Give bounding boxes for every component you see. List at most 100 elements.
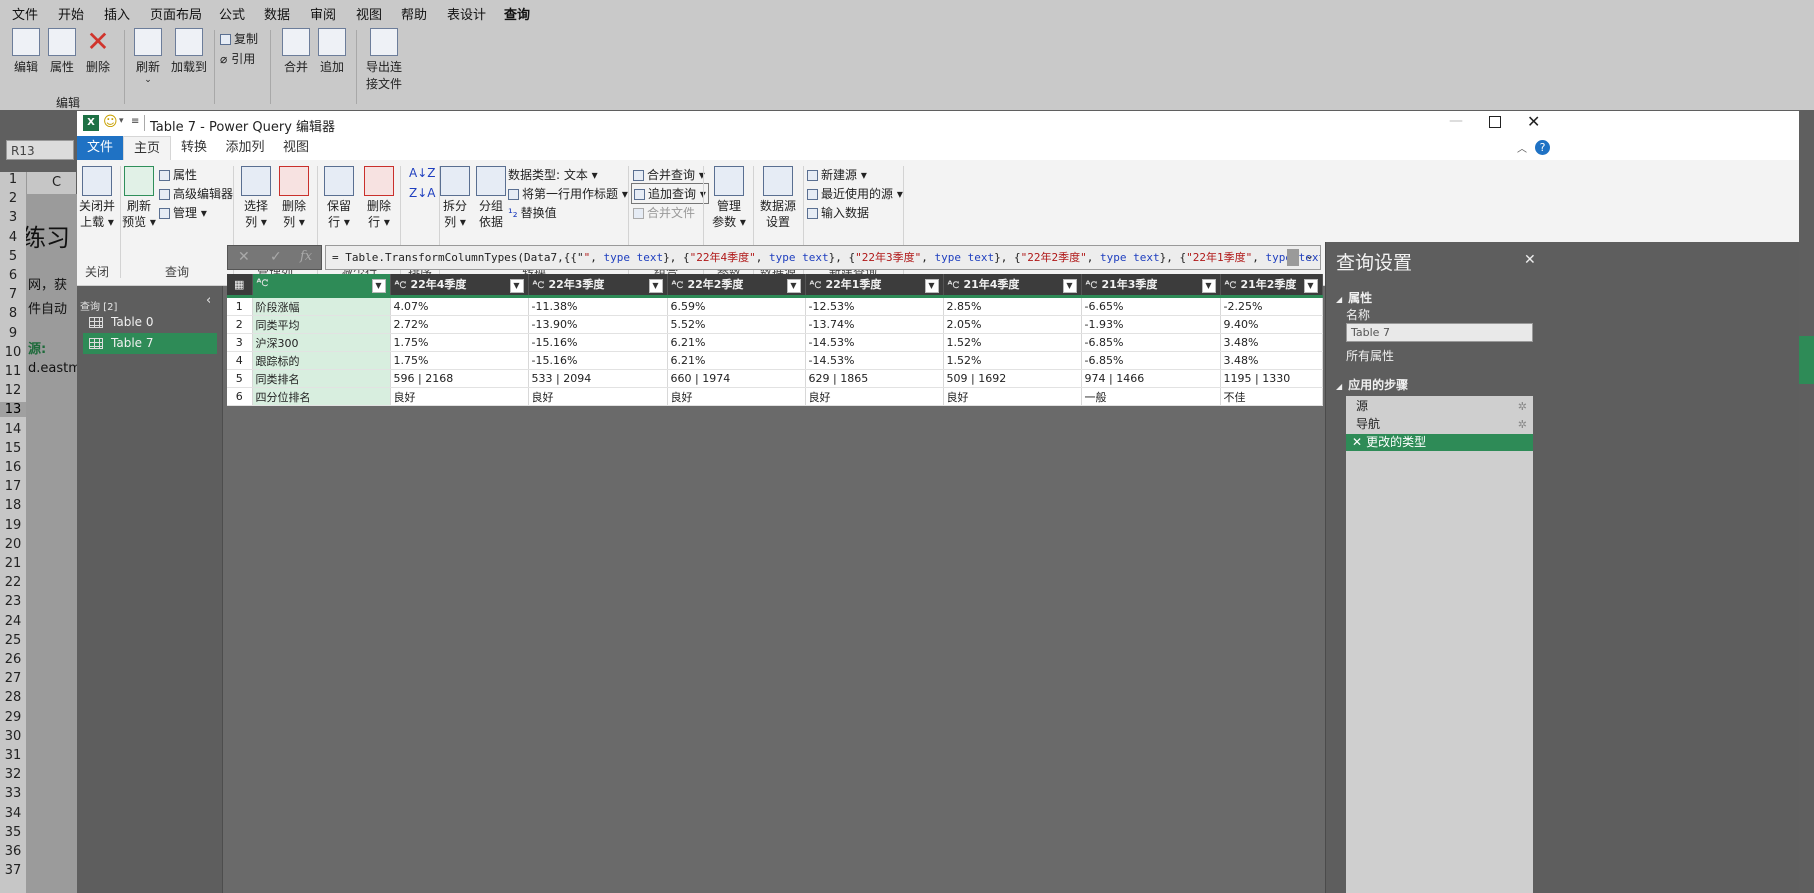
export-connection-button[interactable]: 导出连 接文件 [362, 28, 406, 92]
applied-steps-heading[interactable]: ◢ 应用的步骤 [1336, 376, 1408, 393]
text-type-icon[interactable]: ᴬ𝙲 [395, 280, 407, 291]
menu-page-layout[interactable]: 页面布局 [150, 4, 202, 23]
table-cell[interactable]: -13.74% [805, 315, 944, 334]
table-cell[interactable]: 同类排名 [252, 369, 391, 388]
table-cell[interactable]: 4.07% [390, 296, 529, 316]
text-type-icon[interactable]: ᴬ𝙲 [810, 280, 822, 291]
text-type-icon[interactable]: ᴬ𝙲 [672, 280, 684, 291]
step-navigation[interactable]: 导航 ✲ [1346, 416, 1533, 433]
row-number[interactable]: 11 [0, 364, 26, 379]
table-cell[interactable]: -12.53% [805, 296, 944, 316]
menu-data[interactable]: 数据 [264, 4, 290, 23]
table-cell[interactable]: 良好 [390, 387, 529, 406]
row-number[interactable]: 21 [0, 556, 26, 571]
close-and-load-button[interactable]: 关闭并 上载 ▾ [77, 166, 119, 230]
delete-step-icon[interactable]: ✕ [1352, 435, 1362, 449]
table-cell[interactable]: 同类平均 [252, 315, 391, 334]
query-item-table-0[interactable]: Table 0 [83, 312, 217, 333]
tab-file[interactable]: 文件 [77, 136, 123, 160]
minimize-icon[interactable]: — [1449, 113, 1463, 129]
table-cell[interactable]: -14.53% [805, 351, 944, 370]
append-button[interactable]: 追加 [312, 28, 352, 75]
row-number[interactable]: 20 [0, 537, 26, 552]
menu-help[interactable]: 帮助 [401, 4, 427, 23]
table-cell[interactable]: -1.93% [1081, 315, 1221, 334]
new-source-button[interactable]: 新建源 ▾ [807, 166, 867, 183]
table-row[interactable]: 1 阶段涨幅 4.07% -11.38% 6.59% -12.53% 2.85% -6.65%… [227, 296, 1323, 316]
row-number-cell[interactable]: 2 [227, 315, 253, 334]
use-first-row-headers-button[interactable]: 将第一行用作标题 ▾ [508, 185, 628, 202]
row-number-cell[interactable]: 5 [227, 369, 253, 388]
row-number[interactable]: 8 [0, 306, 26, 321]
menu-view[interactable]: 视图 [356, 4, 382, 23]
step-changed-type[interactable]: ✕ 更改的类型 [1346, 434, 1533, 451]
tab-transform[interactable]: 转换 [171, 136, 217, 160]
menu-table-design[interactable]: 表设计 [447, 4, 486, 23]
query-name-input[interactable]: Table 7 [1346, 323, 1533, 342]
table-cell[interactable]: 596 | 2168 [390, 369, 529, 388]
row-number[interactable]: 22 [0, 575, 26, 590]
row-number[interactable]: 26 [0, 652, 26, 667]
refresh-preview-button[interactable]: 刷新 预览 ▾ [121, 166, 157, 230]
text-type-icon[interactable]: ᴬ𝙲 [1225, 280, 1237, 291]
column-header[interactable]: ▼ ᴬ𝙲 21年2季度 [1220, 274, 1323, 298]
table-cell[interactable]: 6.21% [667, 333, 806, 352]
table-cell[interactable]: 1195 | 1330 [1220, 369, 1323, 388]
table-cell[interactable]: 660 | 1974 [667, 369, 806, 388]
column-header[interactable]: ▼ ᴬ𝙲 22年4季度 [390, 274, 529, 298]
row-number[interactable]: 5 [0, 249, 26, 264]
cancel-formula-icon[interactable]: ✕ [238, 249, 250, 265]
row-number[interactable]: 32 [0, 767, 26, 782]
group-by-button[interactable]: 分组 依据 [473, 166, 509, 230]
row-number[interactable]: 25 [0, 633, 26, 648]
row-number[interactable]: 2 [0, 191, 26, 206]
data-source-settings-button[interactable]: 数据源 设置 [755, 166, 801, 230]
column-header[interactable]: C [26, 172, 76, 195]
edit-button[interactable]: 编辑 [6, 28, 46, 75]
table-cell[interactable]: 四分位排名 [252, 387, 391, 406]
row-number[interactable]: 12 [0, 383, 26, 398]
row-number[interactable]: 23 [0, 594, 26, 609]
formula-scroll-thumb[interactable] [1287, 249, 1299, 266]
table-cell[interactable]: -6.65% [1081, 296, 1221, 316]
row-number[interactable]: 10 [0, 345, 26, 360]
quick-access-dropdown-icon[interactable]: ≡ [131, 116, 139, 127]
table-cell[interactable]: 6.59% [667, 296, 806, 316]
row-number[interactable]: 30 [0, 729, 26, 744]
close-window-icon[interactable]: ✕ [1527, 112, 1540, 131]
table-cell[interactable]: 阶段涨幅 [252, 296, 391, 316]
row-number[interactable]: 15 [0, 441, 26, 456]
row-number[interactable]: 16 [0, 460, 26, 475]
properties-heading[interactable]: ◢ 属性 [1336, 289, 1372, 306]
properties-button[interactable]: 属性 [159, 166, 197, 183]
row-number[interactable]: 24 [0, 614, 26, 629]
row-number[interactable]: 31 [0, 748, 26, 763]
remove-columns-button[interactable]: 删除列 ▾ [277, 166, 311, 230]
filter-dropdown-icon[interactable]: ▼ [1201, 279, 1216, 293]
column-header[interactable]: ▼ ᴬ𝙲 21年4季度 [943, 274, 1082, 298]
table-cell[interactable]: 3.48% [1220, 351, 1323, 370]
keep-rows-button[interactable]: 保留行 ▾ [321, 166, 357, 230]
table-cell[interactable]: 509 | 1692 [943, 369, 1082, 388]
split-column-button[interactable]: 拆分列 ▾ [437, 166, 473, 230]
row-number[interactable]: 6 [0, 268, 26, 283]
row-number[interactable]: 29 [0, 710, 26, 725]
row-number[interactable]: 9 [0, 326, 26, 341]
properties-button[interactable]: 属性 [42, 28, 82, 75]
column-header[interactable]: ▼ ᴬ𝙲 22年2季度 [667, 274, 806, 298]
column-header[interactable]: ▼ ᴬ𝙲 22年3季度 [528, 274, 668, 298]
name-box[interactable]: R13 [6, 140, 74, 160]
menu-file[interactable]: 文件 [12, 4, 38, 23]
menu-query[interactable]: 查询 [504, 4, 531, 26]
gear-icon[interactable]: ✲ [1518, 398, 1527, 415]
sort-ascending-icon[interactable]: A↓Z [409, 166, 435, 180]
manage-button[interactable]: 管理 ▾ [159, 204, 207, 221]
collapse-ribbon-icon[interactable]: ︿ [1517, 140, 1527, 155]
table-cell[interactable]: -2.25% [1220, 296, 1323, 316]
filter-dropdown-icon[interactable]: ▼ [1062, 279, 1077, 293]
table-cell[interactable]: -11.38% [528, 296, 668, 316]
filter-dropdown-icon[interactable]: ▼ [1303, 279, 1318, 293]
text-type-icon[interactable]: ᴬ𝙲 [948, 280, 960, 291]
row-number[interactable]: 7 [0, 287, 26, 302]
manage-parameters-button[interactable]: 管理 参数 ▾ [707, 166, 751, 230]
